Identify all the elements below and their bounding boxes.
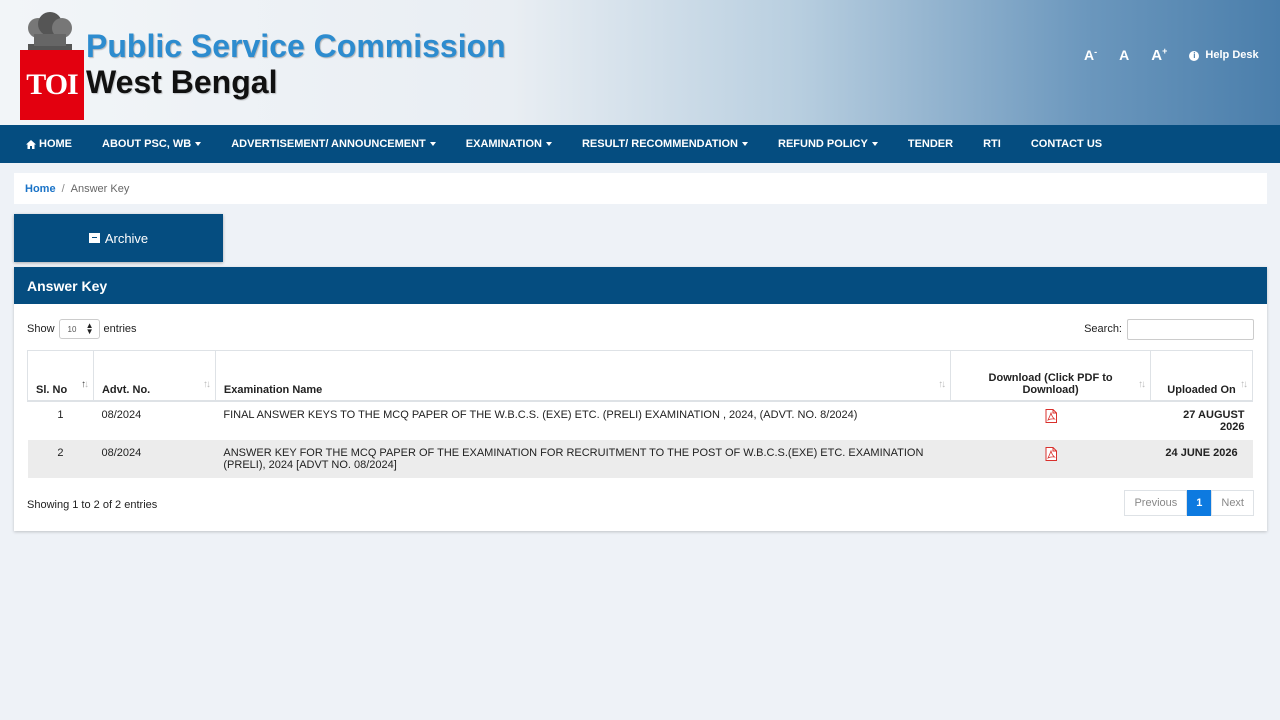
nav-examination[interactable]: EXAMINATION: [466, 138, 552, 150]
page-length-select[interactable]: 10 ▲ ▼: [58, 319, 100, 339]
column-header-exam-name[interactable]: Examination Name ↑↓: [214, 350, 952, 402]
font-normal-button[interactable]: A: [1119, 47, 1129, 63]
caret-down-icon: [742, 142, 748, 146]
header-tools: A- A A+ i Help Desk: [1084, 46, 1259, 64]
select-arrows-icon: ▲ ▼: [85, 321, 94, 336]
home-icon: [26, 139, 36, 149]
pdf-icon[interactable]: [1045, 446, 1057, 461]
toi-logo: TOI: [20, 50, 84, 120]
nav-result[interactable]: RESULT/ RECOMMENDATION: [582, 138, 748, 150]
exam-name-cell: ANSWER KEY FOR THE MCQ PAPER OF THE EXAM…: [215, 439, 951, 478]
advt-no-cell: 08/2024: [93, 400, 216, 440]
page-length-control: Show 10 ▲ ▼ entries: [27, 319, 137, 339]
uploaded-on-cell: 24 JUNE 2026: [1150, 439, 1253, 478]
table-info: Showing 1 to 2 of 2 entries: [27, 499, 158, 511]
table-row: 2 08/2024 ANSWER KEY FOR THE MCQ PAPER O…: [27, 439, 1253, 478]
pagination: Previous 1 Next: [1124, 490, 1254, 516]
pdf-icon[interactable]: [1045, 408, 1057, 423]
card-title: Answer Key: [14, 267, 1267, 304]
sort-icon: ↑↓: [80, 378, 89, 390]
breadcrumb: Home / Answer Key: [14, 173, 1267, 204]
nav-rti[interactable]: RTI: [983, 138, 1001, 150]
search-control: Search:: [1084, 318, 1254, 340]
sort-icon: ↑↓: [1138, 378, 1146, 390]
national-emblem-icon: [28, 12, 72, 52]
nav-about[interactable]: ABOUT PSC, WB: [102, 138, 202, 150]
download-cell: [950, 400, 1151, 440]
table-controls: Show 10 ▲ ▼ entries Search:: [27, 318, 1254, 340]
font-decrease-button[interactable]: A-: [1084, 47, 1097, 64]
table-row: 1 08/2024 FINAL ANSWER KEYS TO THE MCQ P…: [27, 400, 1253, 440]
breadcrumb-current: Answer Key: [70, 182, 130, 195]
column-header-download[interactable]: Download (Click PDF to Download) ↑↓: [950, 350, 1152, 402]
caret-down-icon: [195, 142, 202, 146]
caret-down-icon: [545, 142, 552, 146]
page-1-button[interactable]: 1: [1187, 490, 1212, 516]
caret-down-icon: [871, 142, 878, 146]
previous-page-button[interactable]: Previous: [1124, 490, 1188, 516]
nav-advertisement[interactable]: ADVERTISEMENT/ ANNOUNCEMENT: [231, 138, 436, 150]
sl-no-cell: 2: [27, 439, 94, 478]
uploaded-on-cell: 27 AUGUST 2026: [1150, 400, 1253, 440]
breadcrumb-home-link[interactable]: Home: [25, 183, 56, 195]
nav-contact[interactable]: CONTACT US: [1031, 138, 1102, 150]
sort-icon: ↑↓: [938, 378, 946, 390]
column-header-advt-no[interactable]: Advt. No. ↑↓: [92, 350, 216, 402]
sort-icon: ↑↓: [202, 378, 211, 390]
exam-name-cell: FINAL ANSWER KEYS TO THE MCQ PAPER OF TH…: [215, 400, 951, 440]
caret-down-icon: [429, 142, 436, 146]
nav-home[interactable]: HOME: [26, 138, 72, 150]
column-header-uploaded-on[interactable]: Uploaded On ↑↓: [1150, 350, 1253, 402]
archive-icon: [88, 233, 100, 243]
archive-button[interactable]: Archive: [14, 214, 223, 262]
nav-refund-policy[interactable]: REFUND POLICY: [778, 138, 878, 150]
advt-no-cell: 08/2024: [93, 439, 216, 478]
breadcrumb-separator: /: [61, 182, 65, 195]
org-name: Public Service Commission: [86, 28, 506, 64]
info-icon: i: [1189, 51, 1200, 61]
column-header-sl-no[interactable]: Sl. No ↑↓: [27, 350, 94, 402]
next-page-button[interactable]: Next: [1211, 490, 1254, 516]
help-desk-link[interactable]: i Help Desk: [1189, 49, 1259, 61]
search-input[interactable]: [1127, 318, 1254, 340]
main-nav: HOME ABOUT PSC, WB ADVERTISEMENT/ ANNOUN…: [0, 125, 1280, 163]
sl-no-cell: 1: [27, 400, 94, 440]
download-cell: [950, 439, 1151, 478]
answer-key-card: Answer Key Show 10 ▲ ▼ entries Search: Sl…: [14, 267, 1267, 531]
org-state: West Bengal: [86, 64, 278, 100]
font-increase-button[interactable]: A+: [1151, 46, 1167, 64]
answer-key-table: Sl. No ↑↓ Advt. No. ↑↓ Examination Name ↑↓ …: [27, 350, 1253, 478]
nav-tender[interactable]: TENDER: [908, 138, 953, 150]
site-header: TOI Public Service Commission West Benga…: [0, 0, 1280, 125]
sort-icon: ↑↓: [1240, 378, 1248, 390]
